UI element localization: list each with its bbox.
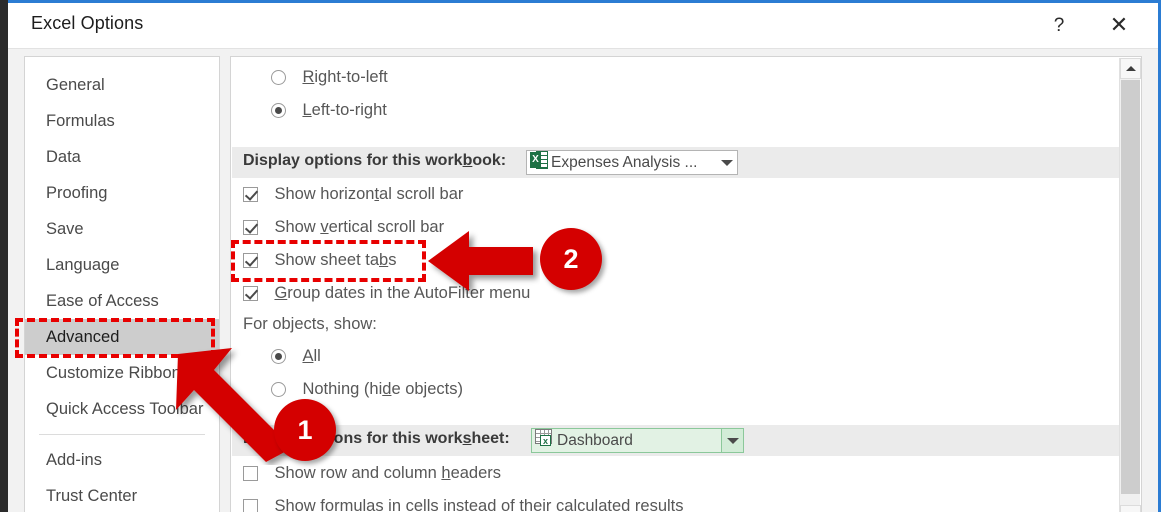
radio-objects-all[interactable]: All [271, 347, 321, 366]
sidebar-item-trust-center[interactable]: Trust Center [25, 478, 219, 512]
workbook-combo-value: Expenses Analysis ... [551, 153, 698, 171]
radio-left-to-right[interactable]: Left-to-right [271, 101, 387, 120]
checkbox-group-dates-autofilter[interactable]: Group dates in the AutoFilter menu [243, 284, 530, 303]
sidebar-item-add-ins[interactable]: Add-ins [25, 442, 219, 478]
sidebar-item-save[interactable]: Save [25, 211, 219, 247]
checkbox-show-formulas-in-cells-label: Show formulas in cells instead of their … [274, 497, 684, 512]
sidebar-item-data[interactable]: Data [25, 139, 219, 175]
workbook-combo[interactable]: X Expenses Analysis ... [526, 150, 738, 175]
checkbox-group-dates-autofilter-box [243, 286, 258, 301]
radio-objects-nothing-label: Nothing (hide objects) [302, 380, 463, 398]
radio-objects-nothing[interactable]: Nothing (hide objects) [271, 380, 463, 399]
sidebar-item-quick-access-toolbar[interactable]: Quick Access Toolbar [25, 391, 219, 427]
checkbox-show-vertical-scroll-bar[interactable]: Show vertical scroll bar [243, 218, 444, 237]
checkbox-show-row-column-headers-box [243, 466, 258, 481]
checkbox-show-formulas-in-cells-box [243, 499, 258, 512]
sidebar-item-formulas[interactable]: Formulas [25, 103, 219, 139]
checkbox-show-row-column-headers-label: Show row and column headers [274, 464, 502, 482]
help-button[interactable]: ? [1042, 9, 1076, 41]
radio-right-to-left-indicator [271, 70, 286, 85]
scroll-thumb[interactable] [1121, 80, 1140, 494]
sidebar-divider [39, 434, 205, 435]
excel-workbook-icon: X [530, 151, 548, 174]
content-vertical-scrollbar[interactable] [1119, 58, 1141, 512]
checkbox-show-formulas-in-cells[interactable]: Show formulas in cells instead of their … [243, 497, 684, 512]
radio-objects-all-indicator [271, 349, 286, 364]
checkbox-show-horizontal-scroll-bar[interactable]: Show horizontal scroll bar [243, 185, 463, 204]
checkbox-show-vertical-scroll-bar-box [243, 220, 258, 235]
title-bar: Excel Options ? ✕ [8, 3, 1158, 48]
radio-right-to-left-label: Right-to-left [302, 68, 388, 86]
options-sidebar: General Formulas Data Proofing Save Lang… [24, 56, 220, 512]
content-scroll-area: Right-to-left Left-to-right Display opti… [231, 57, 1120, 512]
window-title: Excel Options [31, 13, 144, 33]
objects-show-label: For objects, show: [243, 315, 377, 333]
close-button[interactable]: ✕ [1102, 9, 1136, 41]
scroll-down-button[interactable] [1120, 505, 1141, 512]
sidebar-item-proofing[interactable]: Proofing [25, 175, 219, 211]
radio-right-to-left[interactable]: Right-to-left [271, 68, 388, 87]
checkbox-group-dates-autofilter-label: Group dates in the AutoFilter menu [274, 284, 531, 302]
sidebar-item-language[interactable]: Language [25, 247, 219, 283]
scroll-up-button[interactable] [1120, 58, 1141, 79]
worksheet-icon: x [535, 429, 554, 452]
radio-left-to-right-label: Left-to-right [302, 101, 387, 119]
checkbox-show-horizontal-scroll-bar-box [243, 187, 258, 202]
workbook-combo-arrow[interactable] [715, 151, 737, 174]
radio-left-to-right-indicator [271, 103, 286, 118]
sidebar-item-ease-of-access[interactable]: Ease of Access [25, 283, 219, 319]
worksheet-combo-value: Dashboard [557, 431, 633, 449]
workbook-section-label: Display options for this workbook: [243, 152, 507, 169]
sidebar-item-customize-ribbon[interactable]: Customize Ribbon [25, 355, 219, 391]
checkbox-show-horizontal-scroll-bar-label: Show horizontal scroll bar [274, 185, 464, 203]
excel-options-dialog: Excel Options ? ✕ General Formulas Data … [0, 0, 1161, 512]
worksheet-combo-arrow[interactable] [721, 429, 743, 452]
step-badge-2: 2 [540, 228, 602, 290]
worksheet-combo[interactable]: x Dashboard [531, 428, 744, 453]
options-content-pane: Right-to-left Left-to-right Display opti… [230, 56, 1142, 512]
radio-objects-nothing-indicator [271, 382, 286, 397]
checkbox-show-vertical-scroll-bar-label: Show vertical scroll bar [274, 218, 445, 236]
highlight-box-advanced [15, 318, 215, 358]
window-left-edge [0, 0, 8, 512]
highlight-box-show-sheet-tabs [231, 240, 426, 282]
sidebar-item-general[interactable]: General [25, 67, 219, 103]
radio-objects-all-label: All [302, 347, 321, 365]
step-badge-1: 1 [274, 399, 336, 461]
checkbox-show-row-column-headers[interactable]: Show row and column headers [243, 464, 501, 483]
